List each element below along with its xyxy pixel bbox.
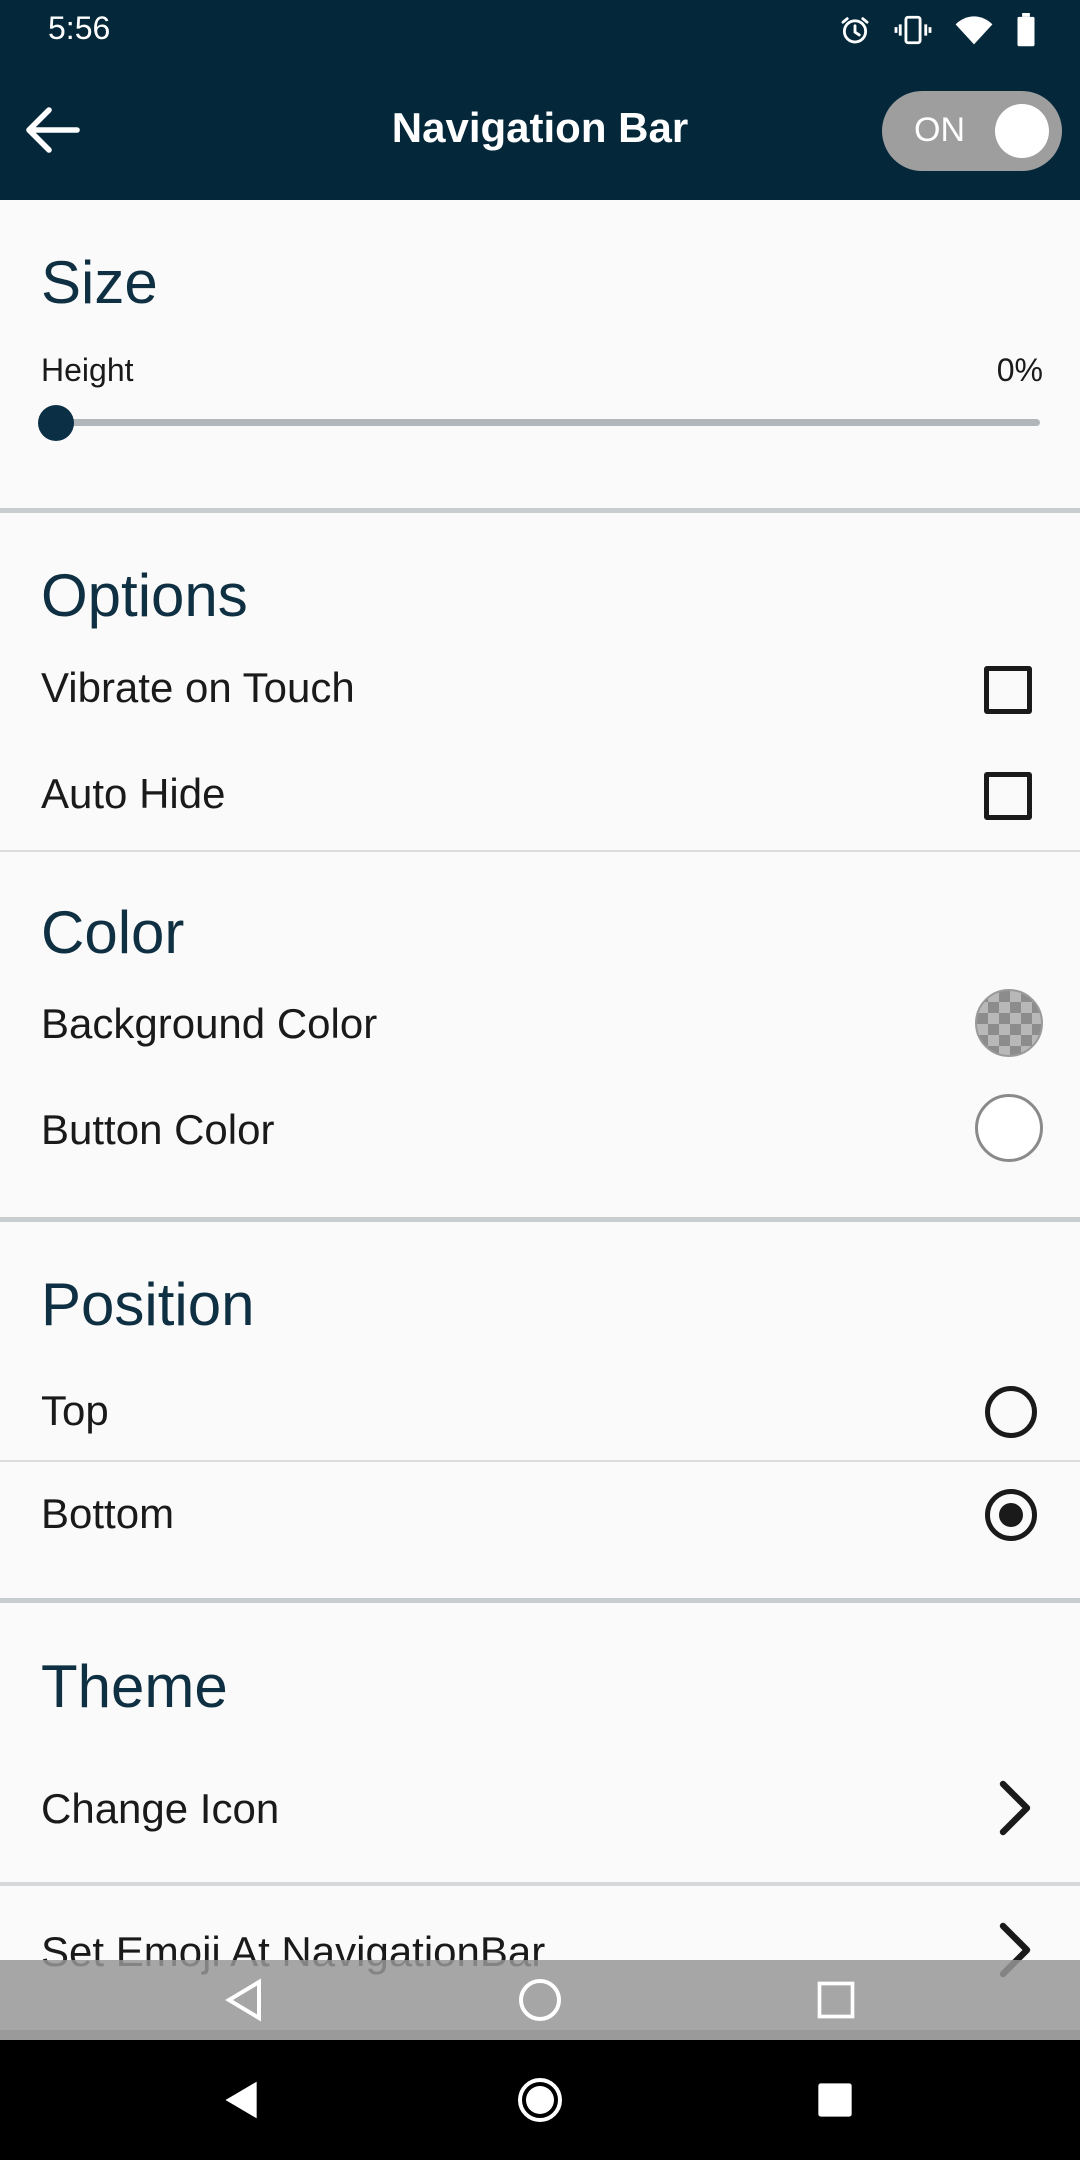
- section-title-theme: Theme: [41, 1653, 228, 1720]
- height-value: 0%: [996, 352, 1043, 388]
- system-back-button[interactable]: [210, 2068, 274, 2132]
- overlay-back-button[interactable]: [213, 1968, 277, 2032]
- system-recents-button[interactable]: [803, 2068, 867, 2132]
- position-top-radio[interactable]: [985, 1386, 1037, 1438]
- triangle-back-icon: [225, 2081, 257, 2119]
- app-bar: Navigation Bar ON: [0, 60, 1080, 200]
- status-bar: 5:56: [0, 0, 1080, 60]
- toggle-knob: [995, 104, 1049, 158]
- divider: [0, 1217, 1080, 1222]
- button-color-swatch[interactable]: [975, 1094, 1043, 1162]
- position-bottom-label: Bottom: [41, 1490, 175, 1537]
- height-label: Height: [41, 352, 134, 388]
- auto-hide-checkbox[interactable]: [984, 772, 1032, 820]
- section-title-position: Position: [41, 1271, 255, 1338]
- change-icon-label[interactable]: Change Icon: [41, 1785, 279, 1833]
- background-color-label: Background Color: [41, 1000, 378, 1047]
- position-top-label: Top: [41, 1387, 109, 1434]
- overlay-strip: [0, 2030, 1080, 2040]
- toggle-label: ON: [914, 111, 965, 149]
- divider: [0, 1882, 1080, 1886]
- divider: [0, 1598, 1080, 1603]
- height-slider-thumb[interactable]: [38, 405, 74, 441]
- vibrate-on-touch-checkbox[interactable]: [984, 666, 1032, 714]
- divider: [0, 1460, 1080, 1462]
- section-title-options: Options: [41, 562, 248, 629]
- screen: 5:56 Navigation Bar ON Size Height 0% Op…: [0, 0, 1080, 2160]
- auto-hide-label: Auto Hide: [41, 770, 226, 817]
- circle-home-icon: [519, 1979, 561, 2021]
- square-recents-icon: [818, 2083, 852, 2117]
- alarm-icon: [841, 17, 869, 44]
- overlay-home-button[interactable]: [508, 1968, 572, 2032]
- triangle-back-icon: [225, 1978, 261, 2022]
- overlay-navigation-bar: [0, 1960, 1080, 2040]
- background-color-swatch[interactable]: [975, 989, 1043, 1057]
- chevron-right-icon[interactable]: [995, 1778, 1035, 1838]
- system-home-button[interactable]: [508, 2068, 572, 2132]
- divider: [0, 850, 1080, 852]
- circle-home-icon: [518, 2078, 562, 2122]
- button-color-label: Button Color: [41, 1106, 275, 1153]
- square-recents-icon: [817, 1981, 855, 2019]
- vibrate-on-touch-label: Vibrate on Touch: [41, 664, 355, 711]
- height-slider[interactable]: [55, 419, 1040, 426]
- divider: [0, 508, 1080, 513]
- enable-toggle[interactable]: ON: [882, 91, 1062, 171]
- overlay-recents-button[interactable]: [804, 1968, 868, 2032]
- vibrate-icon: [894, 15, 932, 45]
- status-icons: [838, 12, 1036, 48]
- position-bottom-radio[interactable]: [985, 1489, 1037, 1541]
- system-navigation-bar: [0, 2040, 1080, 2160]
- section-title-size: Size: [41, 249, 158, 316]
- wifi-icon: [955, 16, 993, 45]
- battery-icon: [1017, 13, 1035, 47]
- section-title-color: Color: [41, 899, 185, 966]
- status-time: 5:56: [48, 10, 111, 46]
